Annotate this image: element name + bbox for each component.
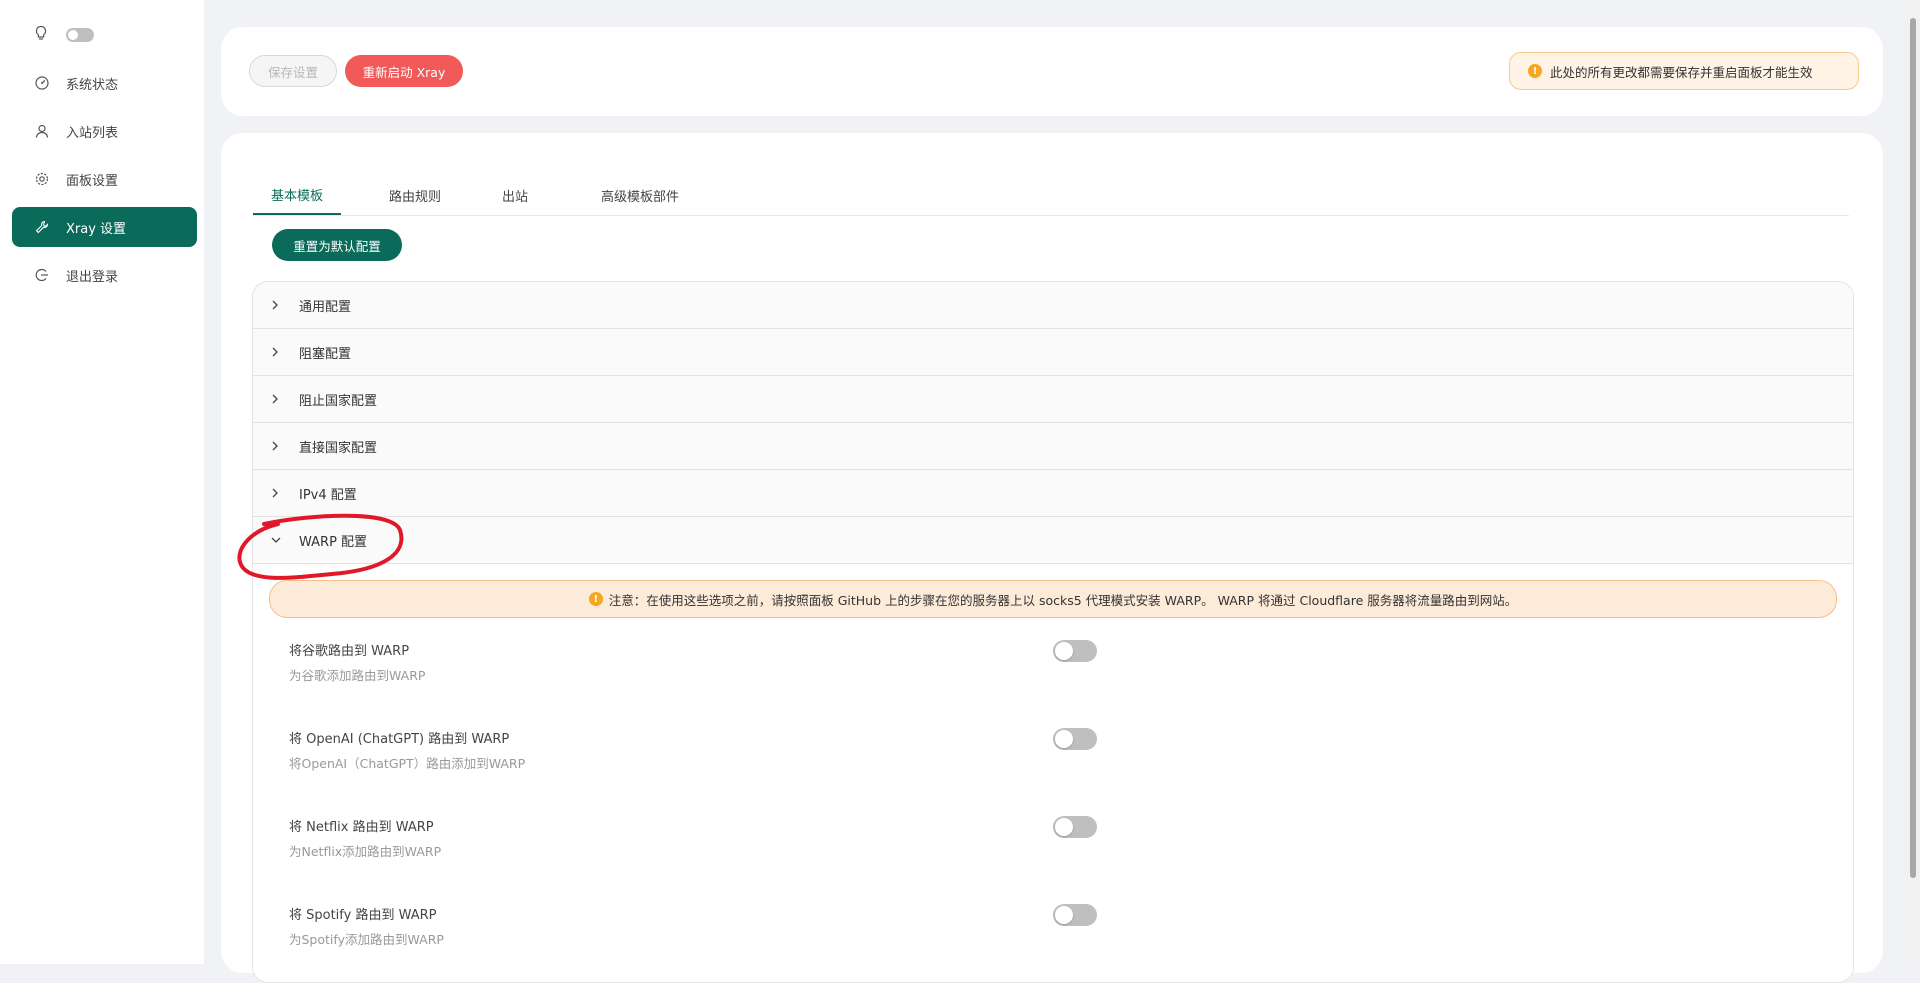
panel-direct-countries[interactable]: 直接国家配置 xyxy=(253,423,1853,470)
logout-icon xyxy=(34,267,50,283)
tab-routing-rules[interactable]: 路由规则 xyxy=(375,175,455,215)
main-card: 基本模板 路由规则 出站 高级模板部件 重置为默认配置 通用配置 阻塞配置 阻止… xyxy=(221,133,1883,983)
page-scrollbar[interactable] xyxy=(1906,0,1920,964)
panel-block-countries[interactable]: 阻止国家配置 xyxy=(253,376,1853,423)
warp-notice-alert: ! 注意：在使用这些选项之前，请按照面板 GitHub 上的步骤在您的服务器上以… xyxy=(269,580,1837,618)
sidebar: 系统状态 入站列表 面板设置 Xray 设置 退出登录 xyxy=(0,0,204,964)
warning-icon: ! xyxy=(1528,64,1542,78)
sidebar-item-label: 系统状态 xyxy=(66,77,119,93)
sidebar-item-xray-settings[interactable]: Xray 设置 xyxy=(12,207,197,247)
save-button[interactable]: 保存设置 xyxy=(249,55,337,87)
scrollbar-thumb[interactable] xyxy=(1910,18,1916,878)
setting-description: 为Netflix添加路由到WARP xyxy=(289,844,442,859)
panel-title: WARP 配置 xyxy=(299,534,368,550)
panel-title: 直接国家配置 xyxy=(299,440,378,456)
sidebar-item-panel-settings[interactable]: 面板设置 xyxy=(12,159,197,199)
setting-description: 将OpenAI（ChatGPT）路由添加到WARP xyxy=(289,756,526,771)
setting-openai-warp: 将 OpenAI (ChatGPT) 路由到 WARP 将OpenAI（Chat… xyxy=(289,728,1829,788)
lightbulb-icon xyxy=(34,25,48,45)
panel-title: 阻塞配置 xyxy=(299,346,352,362)
alert-text: 注意：在使用这些选项之前，请按照面板 GitHub 上的步骤在您的服务器上以 s… xyxy=(608,592,1518,608)
user-icon xyxy=(34,123,50,139)
setting-netflix-warp: 将 Netflix 路由到 WARP 为Netflix添加路由到WARP xyxy=(289,816,1829,876)
setting-description: 为谷歌添加路由到WARP xyxy=(289,668,426,683)
panel-general[interactable]: 通用配置 xyxy=(253,282,1853,329)
openai-warp-switch[interactable] xyxy=(1053,728,1097,750)
chevron-right-icon xyxy=(271,300,285,310)
restart-xray-button[interactable]: 重新启动 Xray xyxy=(345,55,463,87)
panel-blocking[interactable]: 阻塞配置 xyxy=(253,329,1853,376)
warp-panel-body: ! 注意：在使用这些选项之前，请按照面板 GitHub 上的步骤在您的服务器上以… xyxy=(253,564,1853,982)
sidebar-item-status[interactable]: 系统状态 xyxy=(12,63,197,103)
panel-ipv4[interactable]: IPv4 配置 xyxy=(253,470,1853,517)
chevron-right-icon xyxy=(271,488,285,498)
tool-icon xyxy=(34,219,50,235)
panel-title: 通用配置 xyxy=(299,299,352,315)
setting-spotify-warp: 将 Spotify 路由到 WARP 为Spotify添加路由到WARP xyxy=(289,904,1829,964)
setting-title: 将谷歌路由到 WARP xyxy=(289,644,410,659)
setting-title: 将 Netflix 路由到 WARP xyxy=(289,820,434,835)
google-warp-switch[interactable] xyxy=(1053,640,1097,662)
sidebar-item-label: 面板设置 xyxy=(66,173,119,189)
netflix-warp-switch[interactable] xyxy=(1053,816,1097,838)
chevron-right-icon xyxy=(271,347,285,357)
chevron-right-icon xyxy=(271,441,285,451)
tab-basic-template[interactable]: 基本模板 xyxy=(253,175,341,215)
toolbar-card: 保存设置 重新启动 Xray ! 此处的所有更改都需要保存并重启面板才能生效 xyxy=(221,27,1883,116)
sidebar-item-inbounds[interactable]: 入站列表 xyxy=(12,111,197,151)
tab-outbounds[interactable]: 出站 xyxy=(485,175,545,215)
panel-title: IPv4 配置 xyxy=(299,487,357,503)
setting-title: 将 Spotify 路由到 WARP xyxy=(289,908,437,923)
tab-bar: 基本模板 路由规则 出站 高级模板部件 xyxy=(253,175,1849,216)
alert-text: 此处的所有更改都需要保存并重启面板才能生效 xyxy=(1550,64,1813,80)
setting-title: 将 OpenAI (ChatGPT) 路由到 WARP xyxy=(289,732,510,747)
setting-description: 为Spotify添加路由到WARP xyxy=(289,932,444,947)
restart-notice-alert: ! 此处的所有更改都需要保存并重启面板才能生效 xyxy=(1509,52,1859,90)
sidebar-item-label: 退出登录 xyxy=(66,269,119,285)
panel-warp[interactable]: WARP 配置 xyxy=(253,517,1853,564)
warning-icon: ! xyxy=(588,592,603,606)
dashboard-icon xyxy=(34,75,50,91)
chevron-down-icon xyxy=(271,536,285,544)
panel-title: 阻止国家配置 xyxy=(299,393,378,409)
gear-icon xyxy=(34,171,50,187)
spotify-warp-switch[interactable] xyxy=(1053,904,1097,926)
config-collapse: 通用配置 阻塞配置 阻止国家配置 直接国家配置 IPv4 配置 WARP 配置 … xyxy=(252,281,1854,983)
sidebar-item-logout[interactable]: 退出登录 xyxy=(12,255,197,295)
tab-advanced-template[interactable]: 高级模板部件 xyxy=(575,175,705,215)
reset-default-button[interactable]: 重置为默认配置 xyxy=(272,229,402,261)
sidebar-item-label: Xray 设置 xyxy=(66,221,127,237)
theme-row xyxy=(34,24,94,46)
sidebar-item-label: 入站列表 xyxy=(66,125,119,141)
theme-toggle[interactable] xyxy=(66,28,94,42)
chevron-right-icon xyxy=(271,394,285,404)
setting-google-warp: 将谷歌路由到 WARP 为谷歌添加路由到WARP xyxy=(289,640,1829,700)
